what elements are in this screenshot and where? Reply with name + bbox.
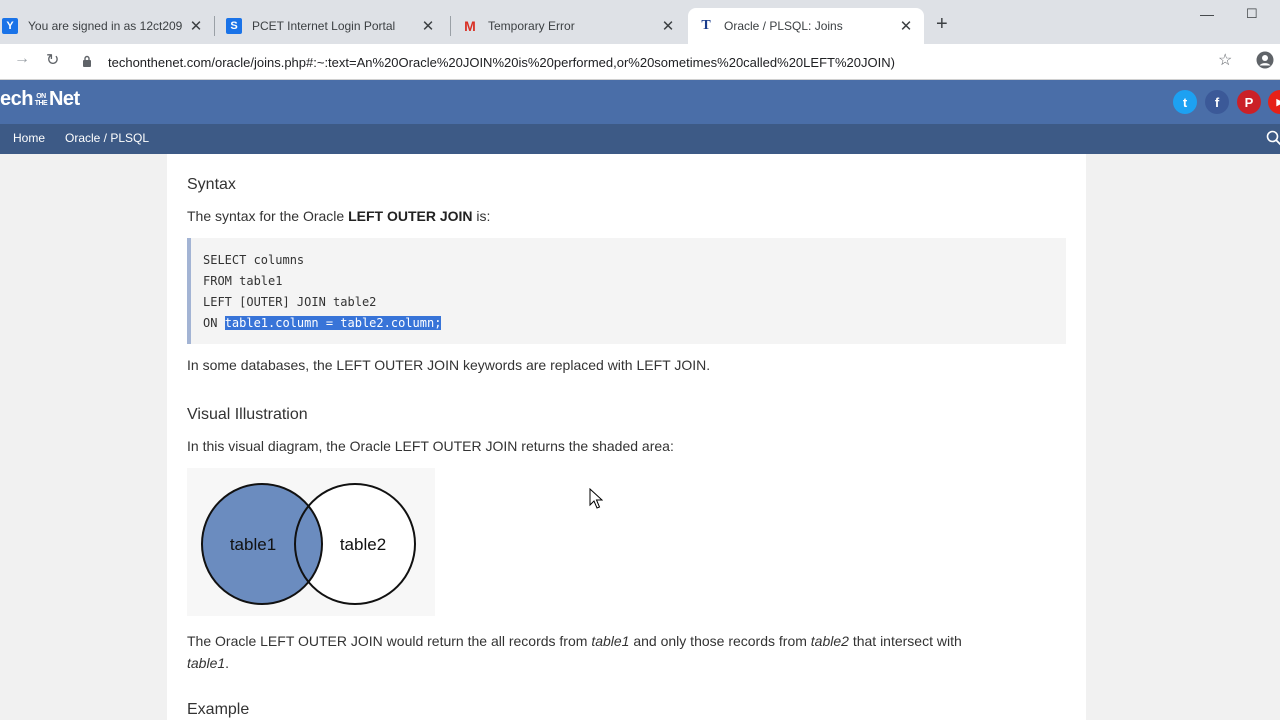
tab-login-portal[interactable]: S PCET Internet Login Portal ✕ <box>216 8 446 44</box>
venn-label-table1: table1 <box>230 535 276 554</box>
search-icon[interactable] <box>1266 130 1280 146</box>
result-emphasis: table2 <box>810 633 849 649</box>
nav-oracle-plsql[interactable]: Oracle / PLSQL <box>65 131 149 145</box>
signed-in-favicon-icon: Y <box>2 18 18 34</box>
code-text: SELECT columns <box>203 253 305 267</box>
logo-text-right: Net <box>48 88 80 110</box>
syntax-intro-pre: The syntax for the Oracle <box>187 208 349 224</box>
site-nav: Home Oracle / PLSQL <box>0 124 1280 154</box>
youtube-icon[interactable]: ▶ <box>1268 90 1280 114</box>
tab-title: PCET Internet Login Portal <box>252 19 396 33</box>
left-join-note: In some databases, the LEFT OUTER JOIN k… <box>187 357 711 373</box>
code-text: FROM table1 <box>203 274 283 288</box>
venn-diagram: table1 table2 <box>187 468 435 616</box>
result-emphasis: table1 <box>187 655 226 671</box>
article-content: Syntax The syntax for the Oracle LEFT OU… <box>167 154 1086 720</box>
venn-label-table2: table2 <box>340 535 386 554</box>
close-icon[interactable]: ✕ <box>898 17 914 35</box>
profile-avatar-icon[interactable] <box>1256 51 1274 74</box>
logo-text-small: ON THE <box>34 92 48 107</box>
close-icon[interactable]: ✕ <box>188 17 204 35</box>
site-logo[interactable]: ech ON THE Net <box>0 88 80 111</box>
maximize-icon[interactable]: ☐ <box>1246 6 1258 22</box>
tab-title: Temporary Error <box>488 19 575 33</box>
forward-icon[interactable]: → <box>14 50 30 68</box>
visual-intro: In this visual diagram, the Oracle LEFT … <box>187 438 674 454</box>
code-line: LEFT [OUTER] JOIN table2 <box>203 292 1066 313</box>
code-block[interactable]: SELECT columns FROM table1 LEFT [OUTER] … <box>187 238 1066 344</box>
browser-toolbar: → ↻ techonthenet.com/oracle/joins.php#:~… <box>0 44 1280 80</box>
syntax-heading: Syntax <box>187 176 236 193</box>
syntax-intro: The syntax for the Oracle LEFT OUTER JOI… <box>187 208 490 224</box>
result-text: . <box>225 655 230 671</box>
bookmark-star-icon[interactable]: ☆ <box>1218 50 1232 70</box>
result-description: The Oracle LEFT OUTER JOIN would return … <box>187 630 1077 674</box>
logo-text-left: ech <box>0 88 33 110</box>
result-text: The Oracle LEFT OUTER JOIN would return … <box>187 633 592 649</box>
address-bar[interactable]: techonthenet.com/oracle/joins.php#:~:tex… <box>80 48 1200 76</box>
reload-icon[interactable]: ↻ <box>46 50 59 70</box>
site-header: ech ON THE Net t f P ▶ <box>0 80 1280 124</box>
result-text: that intersect with <box>848 633 962 649</box>
lock-icon <box>80 55 94 70</box>
new-tab-icon[interactable]: + <box>936 14 948 34</box>
visual-heading: Visual Illustration <box>187 406 308 423</box>
close-icon[interactable]: ✕ <box>660 17 676 35</box>
login-portal-favicon-icon: S <box>226 18 242 34</box>
tab-oracle-joins[interactable]: T Oracle / PLSQL: Joins ✕ <box>688 8 924 44</box>
example-heading: Example <box>187 701 250 718</box>
code-text: LEFT [OUTER] JOIN table2 <box>203 295 377 309</box>
tab-signed-in[interactable]: Y You are signed in as 12ct209 ✕ <box>0 8 214 44</box>
result-emphasis: table1 <box>591 633 630 649</box>
twitter-icon[interactable]: t <box>1173 90 1197 114</box>
result-text: and only those records from <box>629 633 811 649</box>
mouse-cursor-icon <box>589 487 604 510</box>
code-line: SELECT columns <box>203 250 1066 271</box>
facebook-icon[interactable]: f <box>1205 90 1229 114</box>
tab-strip: Y You are signed in as 12ct209 ✕ S PCET … <box>0 0 1280 44</box>
url-text: techonthenet.com/oracle/joins.php#:~:tex… <box>108 54 895 70</box>
selected-code-text[interactable]: table1.column = table2.column; <box>224 316 442 330</box>
close-icon[interactable]: ✕ <box>420 17 436 35</box>
tab-title: You are signed in as 12ct209 <box>28 19 183 33</box>
code-line: FROM table1 <box>203 271 1066 292</box>
gmail-favicon-icon: M <box>464 18 476 34</box>
syntax-intro-post: is: <box>472 208 491 224</box>
pinterest-icon[interactable]: P <box>1237 90 1261 114</box>
nav-home[interactable]: Home <box>13 131 45 145</box>
tab-temporary-error[interactable]: M Temporary Error ✕ <box>452 8 686 44</box>
minimize-icon[interactable]: — <box>1200 6 1214 22</box>
techonthenet-favicon-icon: T <box>701 18 711 33</box>
tab-title: Oracle / PLSQL: Joins <box>724 19 843 33</box>
code-line: ON table1.column = table2.column; <box>203 313 1066 334</box>
code-text: ON <box>203 316 225 330</box>
syntax-intro-bold: LEFT OUTER JOIN <box>348 208 473 224</box>
